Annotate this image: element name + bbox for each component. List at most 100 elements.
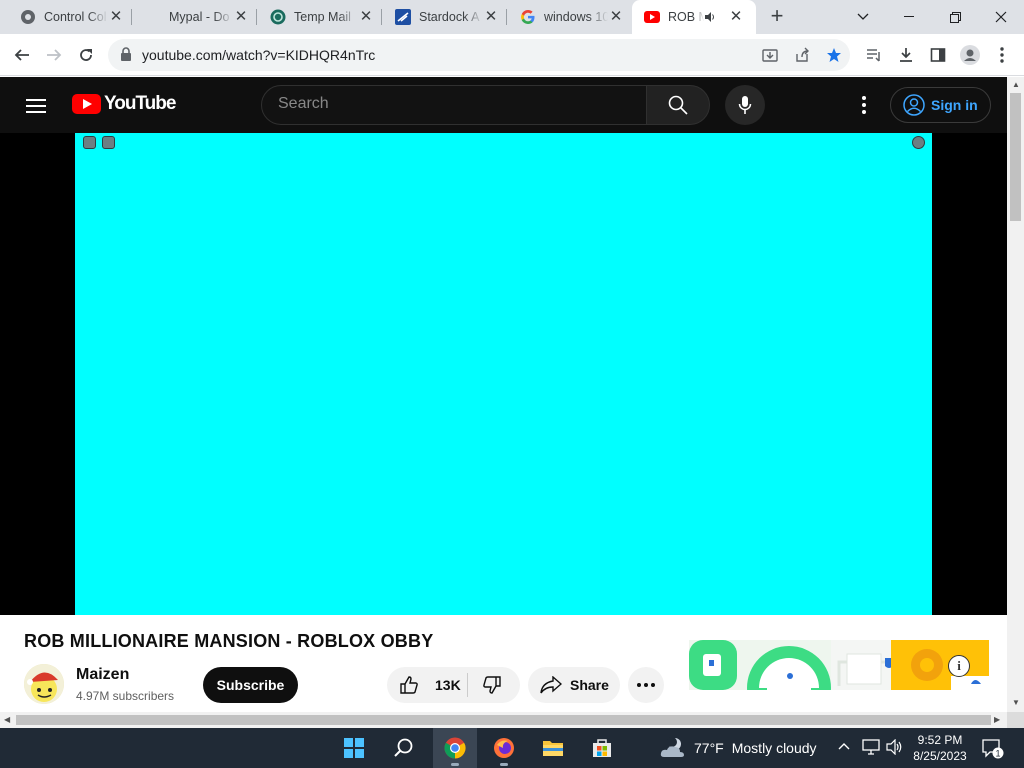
gear-favicon-icon [20,9,36,25]
side-panel-icon[interactable] [926,43,950,67]
sign-in-button[interactable]: Sign in [890,87,991,123]
weather-temp: 77°F [694,740,724,756]
share-label: Share [570,677,609,693]
scroll-corner [1007,712,1024,728]
back-arrow-icon[interactable] [10,43,34,67]
start-button[interactable] [332,728,376,768]
tab-separator [506,9,507,25]
blank-favicon-icon [145,9,161,25]
tab-separator [381,9,382,25]
search-input[interactable] [278,95,618,113]
tab-title: ROB M [668,10,704,24]
url-text[interactable]: youtube.com/watch?v=KIDHQR4nTrc [142,47,375,63]
like-dislike-group: 13K [387,667,520,703]
channel-avatar[interactable] [24,664,64,704]
restore-button[interactable] [932,0,978,34]
share-button[interactable]: Share [528,667,620,703]
subscriber-count: 4.97M subscribers [76,689,175,703]
thumbs-up-icon [400,676,418,694]
taskbar-search-button[interactable] [382,728,426,768]
tab-title: Mypal - Do [169,10,230,24]
youtube-logo[interactable]: YouTube [72,93,176,115]
firefox-icon [494,738,514,758]
notification-center-icon[interactable]: 1 [982,739,1004,764]
windows-logo-icon [344,738,364,758]
scroll-up-arrow-icon[interactable]: ▲ [1012,80,1020,89]
subscribe-button[interactable]: Subscribe [203,667,298,703]
volume-icon[interactable] [886,738,904,758]
vertical-scrollbar[interactable]: ▲ ▼ [1007,77,1024,712]
settings-overlay-icon [912,136,925,149]
close-tab-icon[interactable]: ✕ [483,9,499,25]
vertical-scroll-thumb[interactable] [1010,93,1021,221]
close-tab-icon[interactable]: ✕ [608,9,624,25]
close-tab-icon[interactable]: ✕ [728,9,744,25]
horizontal-scrollbar[interactable]: ◀ ▶ [0,712,1007,728]
taskbar-chrome[interactable] [433,728,477,768]
tab-search-chevron-icon[interactable] [840,0,886,34]
channel-name[interactable]: Maizen [76,666,129,684]
reading-list-icon[interactable] [862,43,886,67]
network-icon[interactable] [862,739,880,758]
reload-icon[interactable] [74,43,98,67]
scroll-right-arrow-icon[interactable]: ▶ [994,715,1000,724]
tab-temp-mail[interactable]: Temp Mail ✕ [258,0,382,34]
weather-description: Mostly cloudy [731,740,817,756]
close-window-button[interactable] [978,0,1024,34]
speaker-audio-icon[interactable] [704,11,722,23]
bookmark-star-icon[interactable] [822,43,846,67]
search-button[interactable] [646,85,710,125]
cloud-moon-icon [660,737,684,757]
new-tab-button[interactable]: + [765,5,789,29]
tab-stardock[interactable]: Stardock A ✕ [383,0,507,34]
hamburger-menu-icon[interactable] [24,95,48,115]
like-button[interactable]: 13K [387,667,467,703]
ad-info-icon[interactable]: i [948,655,970,677]
search-icon [668,95,688,115]
video-title: ROB MILLIONAIRE MANSION - ROBLOX OBBY [24,631,434,651]
close-tab-icon[interactable]: ✕ [358,9,374,25]
show-hidden-icons-chevron-icon[interactable] [838,739,850,753]
taskbar-microsoft-store[interactable] [580,728,624,768]
close-tab-icon[interactable]: ✕ [108,9,124,25]
weather-widget[interactable]: 77°F Mostly cloudy [650,728,817,768]
install-app-icon[interactable] [758,43,782,67]
horizontal-scroll-thumb[interactable] [16,715,991,725]
profile-avatar-icon[interactable] [958,43,982,67]
taskbar-file-explorer[interactable] [531,728,575,768]
downloads-icon[interactable] [894,43,918,67]
chrome-menu-icon[interactable] [990,43,1014,67]
tab-windows-10[interactable]: windows 10 ✕ [508,0,632,34]
tab-separator [256,9,257,25]
tab-youtube-active[interactable]: ROB M ✕ [632,0,756,34]
store-bag-icon [593,739,611,757]
share-arrow-icon [540,676,562,694]
close-tab-icon[interactable]: ✕ [233,9,249,25]
tab-mypal[interactable]: Mypal - Do ✕ [133,0,257,34]
youtube-play-icon [72,94,101,114]
voice-search-button[interactable] [725,85,765,125]
system-clock[interactable]: 9:52 PM 8/25/2023 [908,732,972,764]
video-player[interactable] [75,133,932,615]
account-circle-icon [903,94,925,116]
search-icon [394,738,413,757]
microphone-icon [738,96,752,114]
scroll-down-arrow-icon[interactable]: ▼ [1012,698,1020,707]
ad-banner[interactable] [689,640,989,710]
forward-arrow-icon[interactable] [42,43,66,67]
more-actions-button[interactable] [628,667,664,703]
lock-icon[interactable] [120,47,132,66]
scroll-left-arrow-icon[interactable]: ◀ [4,715,10,724]
settings-more-icon[interactable] [852,93,876,117]
google-favicon-icon [520,9,536,25]
taskbar-firefox[interactable] [482,728,526,768]
address-bar[interactable]: youtube.com/watch?v=KIDHQR4nTrc [108,39,850,71]
tab-title: windows 10 [544,10,608,24]
search-box[interactable] [261,85,647,125]
share-page-icon[interactable] [790,43,814,67]
folder-icon [543,741,563,756]
minimize-button[interactable] [886,0,932,34]
dislike-button[interactable] [468,667,520,703]
tab-control-col[interactable]: Control Col ✕ [8,0,132,34]
stardock-favicon-icon [395,9,411,25]
